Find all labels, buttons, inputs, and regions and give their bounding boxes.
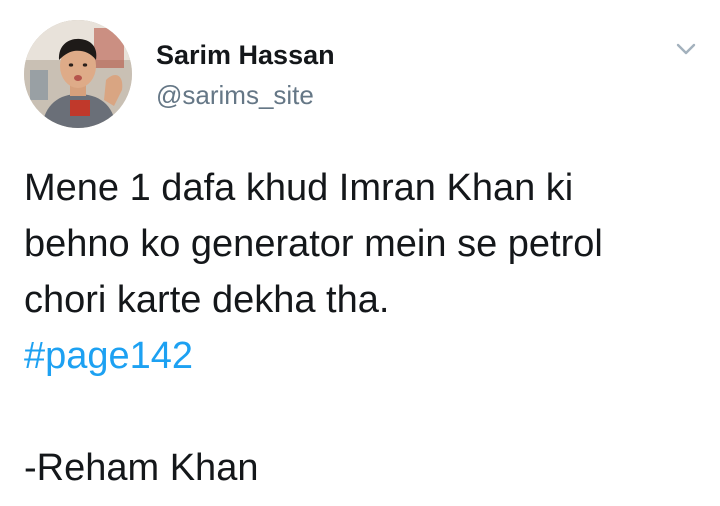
user-handle[interactable]: @sarims_site	[156, 80, 335, 110]
tweet-menu-button[interactable]	[672, 38, 700, 60]
hashtag-link[interactable]: #page142	[24, 335, 193, 377]
chevron-down-icon	[676, 43, 696, 55]
tweet-text: Mene 1 dafa khud Imran Khan ki behno ko …	[24, 160, 704, 496]
avatar[interactable]	[24, 20, 132, 128]
tweet-text-line: behno ko generator mein se petrol	[24, 223, 603, 265]
profile-photo-icon	[24, 20, 132, 128]
display-name[interactable]: Sarim Hassan	[156, 40, 335, 70]
tweet-text-line: Mene 1 dafa khud Imran Khan ki	[24, 167, 574, 209]
author-block[interactable]: Sarim Hassan @sarims_site	[156, 40, 335, 110]
tweet-card: Sarim Hassan @sarims_site Mene 1 dafa kh…	[0, 0, 720, 506]
signature: -Reham Khan	[24, 447, 259, 489]
tweet-text-line: chori karte dekha tha.	[24, 279, 390, 321]
